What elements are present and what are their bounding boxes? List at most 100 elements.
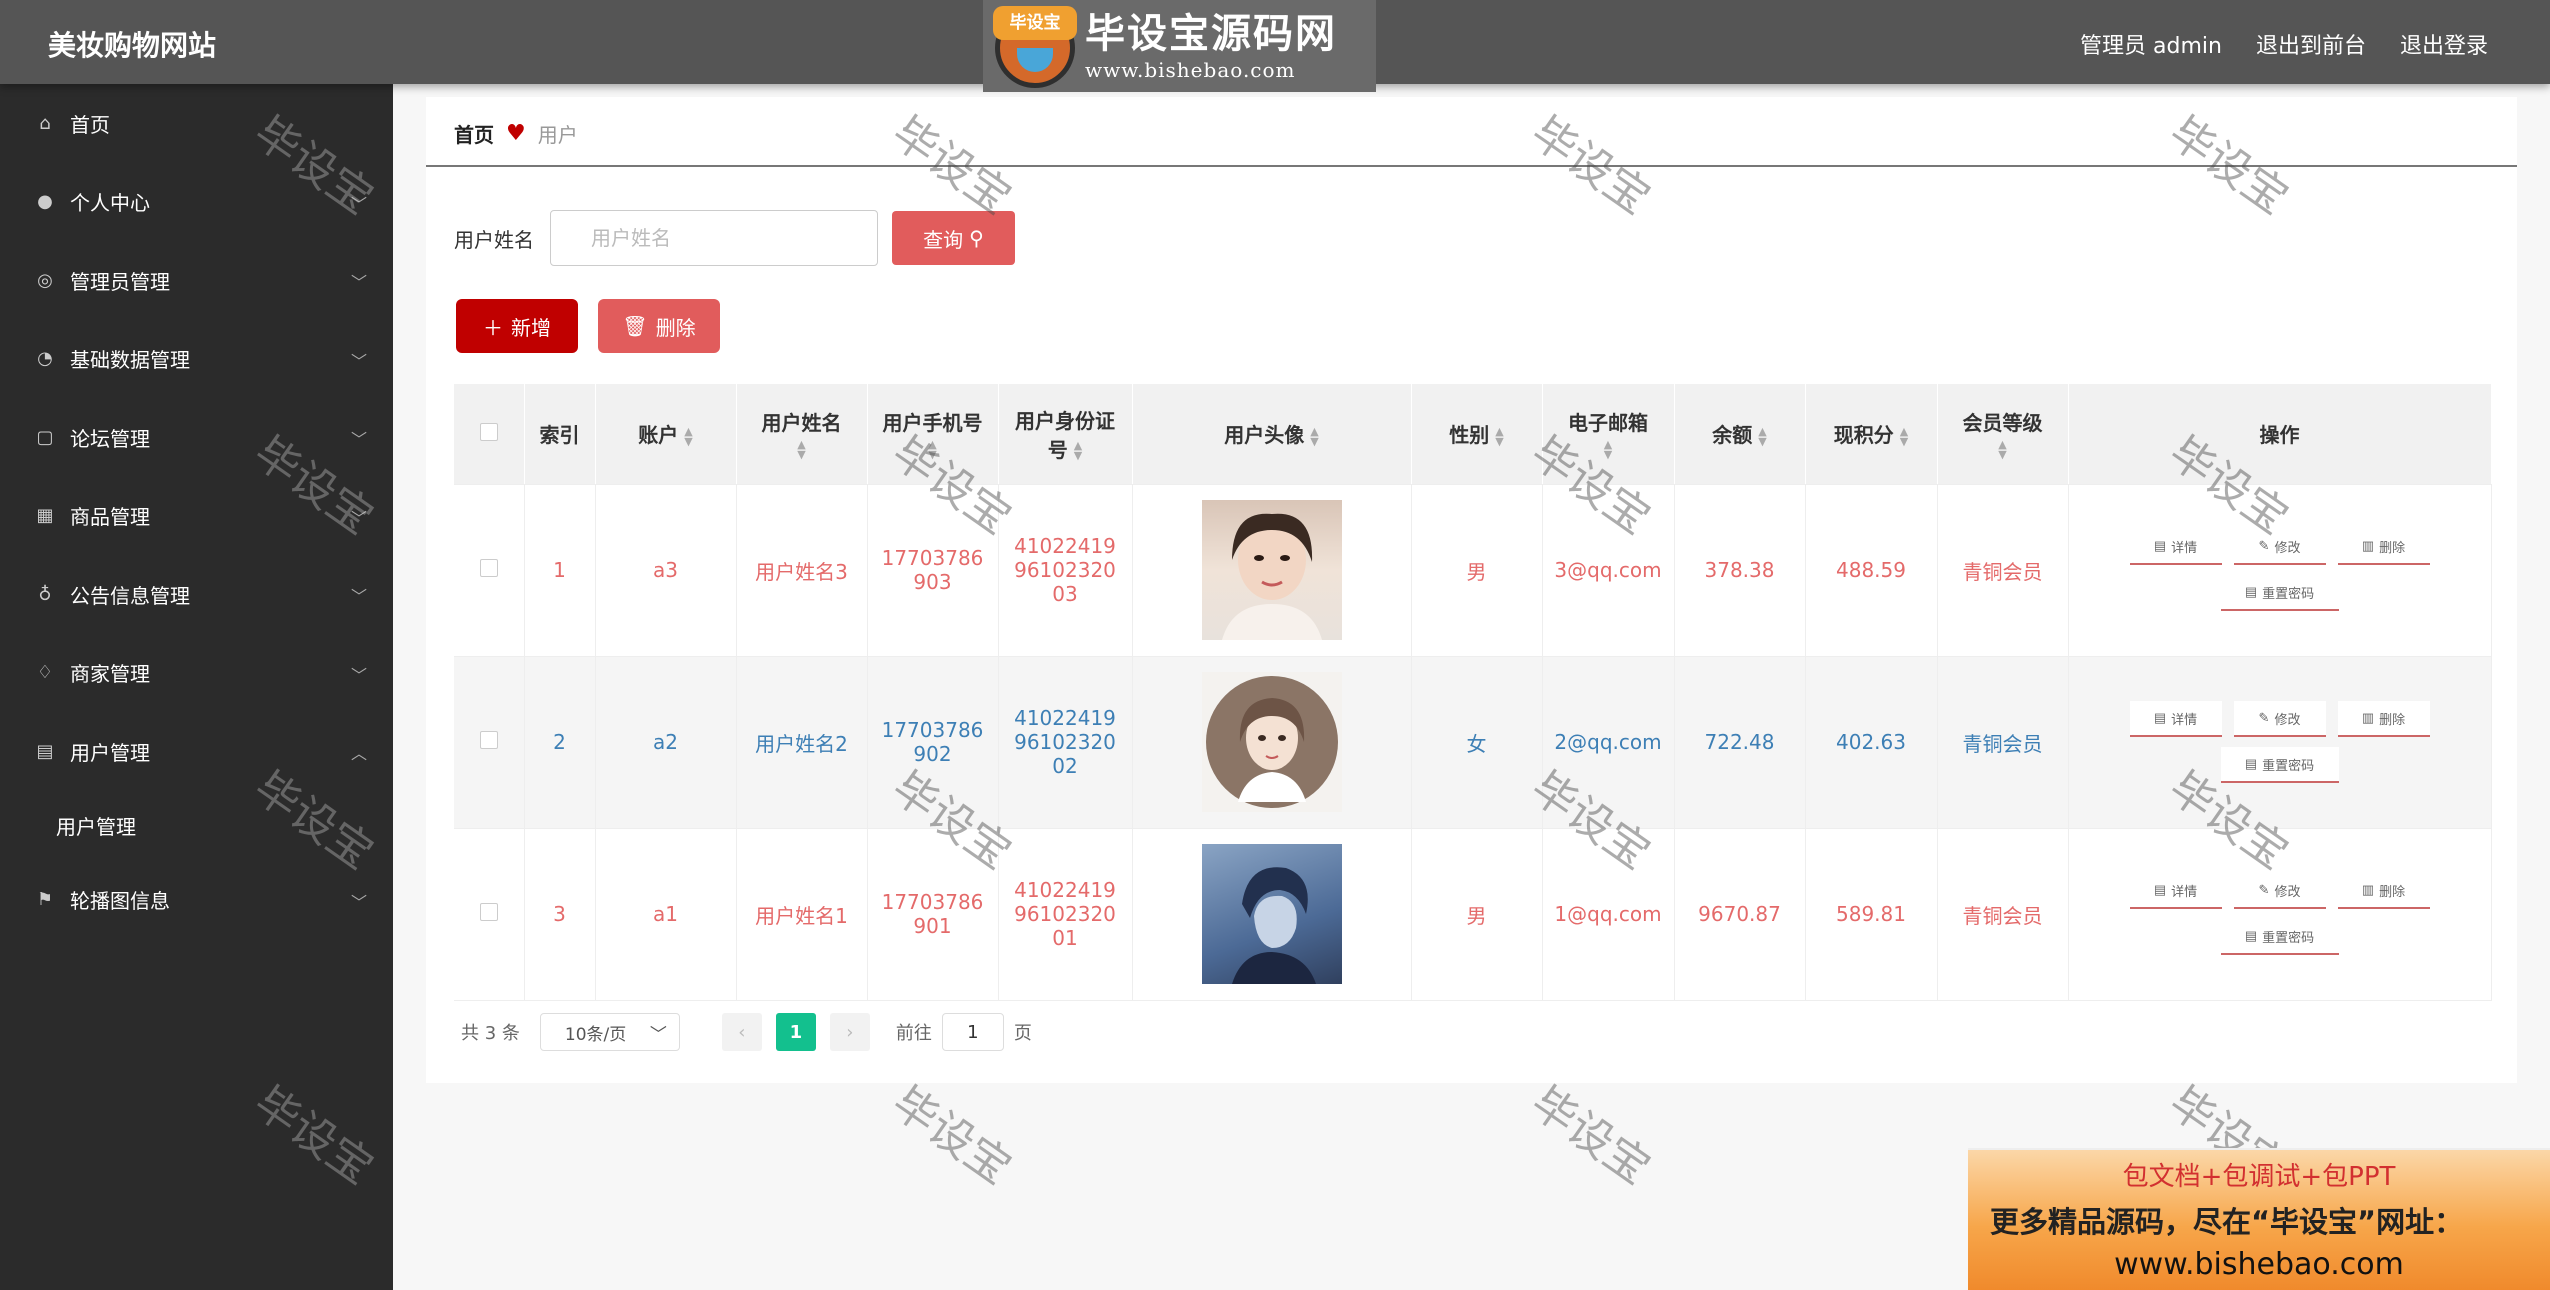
sort-icon[interactable]: ▲ ▼ [684,426,692,447]
col-idcard[interactable]: 用户身份证号 ▲ ▼ [998,384,1133,485]
search-input[interactable] [550,210,878,266]
prev-page-button[interactable]: ‹ [721,1013,762,1051]
avatar[interactable] [1201,500,1342,640]
sidebar-item-goods[interactable]: ▦ 商品管理 ﹀ [0,477,393,556]
sort-icon[interactable]: ▲ ▼ [1543,439,1674,460]
col-avatar[interactable]: 用户头像 ▲ ▼ [1132,384,1412,485]
avatar[interactable] [1201,672,1342,812]
grid-icon: ▦ [36,505,54,527]
ad-banner[interactable]: 包文档+包调试+包PPT 更多精品源码，尽在“毕设宝”网址： www.bishe… [1968,1148,2550,1290]
sort-icon[interactable]: ▲ ▼ [868,439,998,460]
sidebar-subitem-user-management[interactable]: 用户管理 [0,791,393,861]
sidebar-item-basic-data[interactable]: ◔ 基础数据管理 ﹀ [0,320,393,399]
doc-icon: ▤ [2153,710,2167,725]
sort-icon[interactable]: ▲ ▼ [1074,440,1082,461]
reset-password-button[interactable]: ▤ 重置密码 [2220,919,2339,955]
reset-password-button[interactable]: ▤ 重置密码 [2220,575,2339,611]
row-checkbox[interactable] [479,731,498,749]
cell-index: 2 [524,656,596,829]
sidebar-item-carousel[interactable]: ⚑ 轮播图信息 ﹀ [0,861,393,940]
goto-page: 前往 页 [896,1013,1032,1051]
sort-icon[interactable]: ▲ ▼ [1900,426,1908,447]
edit-button[interactable]: ✎ 修改 [2233,529,2326,565]
goto-suffix: 页 [1013,1023,1032,1044]
sort-icon[interactable]: ▲ ▼ [1495,426,1503,447]
cell-index: 1 [524,484,596,657]
col-phone[interactable]: 用户手机号 ▲ ▼ [867,384,999,485]
page-size-select[interactable]: 10条/页 ﹀ [539,1013,680,1051]
pagination-total: 共 3 条 [461,1023,520,1044]
table-row: 1 a3 用户姓名3 17703786 903 41022419 96102320 0… [454,484,2492,657]
goto-prefix: 前往 [895,1023,932,1044]
chevron-down-icon: ﹀ [350,587,367,606]
sort-icon[interactable]: ▲ ▼ [1758,426,1766,447]
ad-line-3: www.bishebao.com [2114,1247,2404,1282]
col-level[interactable]: 会员等级 ▲ ▼ [1937,384,2069,485]
col-account[interactable]: 账户 ▲ ▼ [595,384,737,485]
row-checkbox[interactable] [479,903,498,921]
cell-email: 1@qq.com [1542,828,1675,1001]
col-name[interactable]: 用户姓名 ▲ ▼ [736,384,868,485]
select-all-checkbox[interactable] [479,422,498,441]
trash-icon: 🗑 [622,315,648,338]
sidebar-item-forum[interactable]: ▢ 论坛管理 ﹀ [0,398,393,477]
bulk-delete-button[interactable]: 🗑 删除 [598,299,720,353]
cell-account: a1 [595,828,737,1001]
chevron-down-icon: ﹀ [350,351,367,371]
edit-icon: ✎ [2258,710,2270,725]
cell-level: 青铜会员 [1937,484,2069,657]
mascot-logo-icon: 毕设宝 [983,0,1079,92]
sidebar-item-users[interactable]: ▤ 用户管理 ︿ [0,712,393,791]
sort-icon[interactable]: ▲ ▼ [737,439,867,460]
edit-icon: ✎ [2258,538,2270,553]
chevron-down-icon: ﹀ [350,508,367,528]
row-actions: ▤ 详情 ✎ 修改 ▥ 删除 ▤ 重置密码 [2129,701,2430,783]
sort-icon[interactable]: ▲ ▼ [1310,426,1318,447]
logout-link[interactable]: 退出登录 [2400,28,2488,60]
back-to-front-link[interactable]: 退出到前台 [2256,28,2366,60]
sidebar-item-admin[interactable]: ◎ 管理员管理 ﹀ [0,241,393,320]
cell-phone: 17703786 903 [867,484,999,657]
sort-icon[interactable]: ▲ ▼ [1938,439,2068,460]
cell-index: 3 [524,828,596,1001]
detail-button[interactable]: ▤ 详情 [2129,873,2222,909]
admin-label[interactable]: 管理员 admin [2080,28,2222,60]
chevron-up-icon: ︿ [350,744,367,763]
col-email[interactable]: 电子邮箱 ▲ ▼ [1542,384,1675,485]
delete-button[interactable]: ▥ 删除 [2337,873,2430,909]
sidebar-item-home[interactable]: ⌂ 首页 [0,84,393,163]
col-points[interactable]: 现积分 ▲ ▼ [1805,384,1938,485]
sidebar: ⌂ 首页 ● 个人中心 ﹀ ◎ 管理员管理 ﹀ ◔ 基础数据管理 ﹀ ▢ 论坛管… [0,84,393,1290]
plus-icon: ＋ [483,317,503,340]
doc-icon: ▤ [2244,584,2258,599]
message-icon: ▤ [36,740,54,762]
detail-button[interactable]: ▤ 详情 [2129,701,2222,737]
sidebar-item-personal[interactable]: ● 个人中心 ﹀ [0,163,393,242]
page-number-current[interactable]: 1 [775,1013,816,1051]
avatar[interactable] [1201,844,1342,984]
edit-button[interactable]: ✎ 修改 [2233,701,2326,737]
detail-button[interactable]: ▤ 详情 [2129,529,2222,565]
table-header-row: 索引 账户 ▲ ▼ 用户姓名 ▲ ▼ 用户手机号 ▲ ▼ 用户身份证号 ▲ ▼ 用户头像 ▲ ▼ 性… [454,384,2492,485]
sidebar-item-merchant[interactable]: ♢ 商家管理 ﹀ [0,634,393,713]
main-content: 首页 ♥ 用户 用户姓名 查询 ⚲ ＋ 新增 🗑 删除 索引 账户▲▼ [426,97,2517,1083]
delete-button[interactable]: ▥ 删除 [2337,529,2430,565]
col-balance[interactable]: 余额 ▲ ▼ [1674,384,1806,485]
mic-icon: ♁ [38,583,52,605]
add-button[interactable]: ＋ 新增 [456,299,578,353]
watermark-text: 毕设宝 [882,1076,1021,1195]
reset-password-button[interactable]: ▤ 重置密码 [2220,747,2339,783]
search-icon: ⚲ [969,227,984,250]
breadcrumb-home[interactable]: 首页 [454,119,494,148]
search-button[interactable]: 查询 ⚲ [892,211,1015,265]
watermark-logo-name: 毕设宝源码网 [1085,11,1337,57]
sidebar-item-notice[interactable]: ♁ 公告信息管理 ﹀ [0,555,393,634]
row-checkbox[interactable] [479,559,498,577]
edit-button[interactable]: ✎ 修改 [2233,873,2326,909]
delete-button[interactable]: ▥ 删除 [2337,701,2430,737]
next-page-button[interactable]: › [829,1013,870,1051]
col-gender[interactable]: 性别 ▲ ▼ [1411,384,1543,485]
doc-icon: ▤ [2244,756,2258,771]
goto-page-input[interactable] [941,1013,1004,1051]
pagination: 共 3 条 10条/页 ﹀ ‹ 1 › 前往 页 [461,1013,1032,1051]
